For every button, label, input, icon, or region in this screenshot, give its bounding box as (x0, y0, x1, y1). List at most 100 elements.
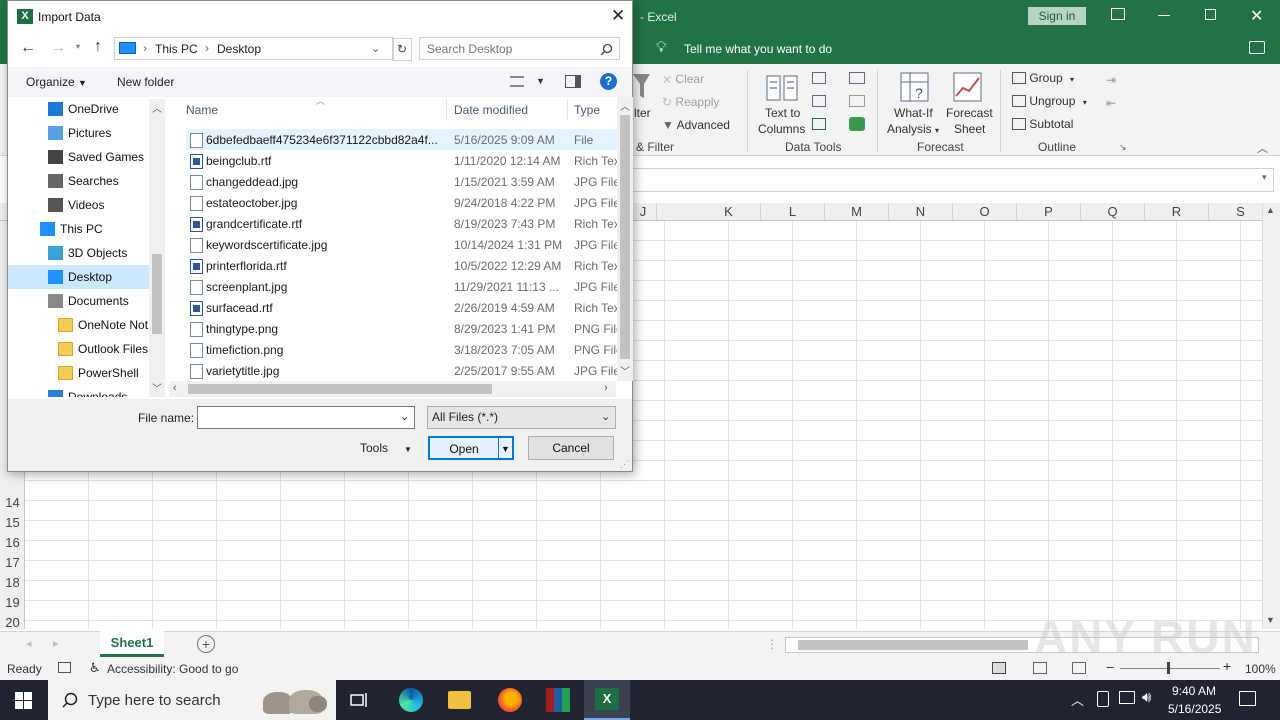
view-options-icon[interactable] (510, 76, 524, 87)
close-icon[interactable]: ✕ (611, 6, 625, 26)
show-hidden-icons-icon[interactable]: ︿ (1071, 690, 1084, 709)
macro-record-icon[interactable] (58, 662, 71, 673)
scroll-down-icon[interactable]: ▼ (1266, 615, 1275, 625)
ribbon-display-icon[interactable] (1111, 8, 1125, 20)
row-header[interactable]: 17 (0, 553, 25, 573)
clock-time[interactable]: 9:40 AM (1172, 684, 1216, 698)
column-header[interactable]: R (1145, 203, 1209, 221)
nav-item-this-pc[interactable]: This PC (8, 217, 150, 241)
column-header[interactable]: Q (1081, 203, 1145, 221)
next-sheet-icon[interactable]: ▸ (53, 637, 59, 650)
tell-me-input[interactable]: Tell me what you want to do (684, 42, 832, 56)
nav-item-downloads[interactable]: Downloads (8, 385, 150, 397)
dialog-launcher-icon[interactable]: ↘ (1119, 142, 1127, 153)
file-row[interactable]: screenplant.jpg 11/29/2021 11:13 ... JPG F… (186, 276, 618, 297)
nav-item-desktop[interactable]: Desktop (8, 265, 149, 289)
formula-input[interactable] (632, 168, 1274, 192)
file-row[interactable]: varietytitle.jpg 2/25/2017 9:55 AM JPG Fil… (186, 360, 618, 381)
zoom-level[interactable]: 100% (1245, 662, 1276, 676)
show-detail-icon[interactable]: ⇥ (1106, 73, 1116, 87)
file-row[interactable]: keywordscertificate.jpg 10/14/2024 1:31 P… (186, 234, 618, 255)
forecast-sheet-label-1[interactable]: Forecast (946, 106, 993, 120)
reapply-button[interactable]: ↻ Reapply (662, 95, 719, 109)
page-break-icon[interactable] (1072, 662, 1086, 674)
text-to-columns-label-2[interactable]: Columns (758, 122, 805, 136)
comments-icon[interactable] (1249, 41, 1265, 54)
scroll-right-icon[interactable]: › (604, 382, 608, 394)
what-if-label-2[interactable]: Analysis ▾ (887, 122, 939, 136)
network-icon[interactable] (1119, 691, 1135, 704)
preview-pane-icon[interactable] (565, 75, 581, 88)
nav-item-powershell[interactable]: PowerShell (8, 361, 150, 385)
volume-icon[interactable]: 🔊︎ (1142, 689, 1151, 706)
column-header[interactable]: J (630, 203, 657, 221)
file-row[interactable]: grandcertificate.rtf 8/19/2023 7:43 PM Ric… (186, 213, 618, 234)
file-name-input[interactable]: ⌄ (197, 406, 415, 429)
resize-grip-icon[interactable]: ⋰ (620, 459, 629, 470)
vertical-scrollbar[interactable]: ▲ ▼ (1262, 203, 1280, 629)
nav-item-documents[interactable]: Documents (8, 289, 150, 313)
manage-data-model-icon[interactable] (849, 117, 865, 131)
file-row[interactable]: printerflorida.rtf 10/5/2022 12:29 AM Rich… (186, 255, 618, 276)
row-header[interactable]: 19 (0, 593, 25, 613)
column-header[interactable]: M (825, 203, 889, 221)
scroll-left-icon[interactable]: ‹ (173, 382, 177, 394)
split-handle-icon[interactable]: ⋮ (766, 637, 778, 651)
nav-item-3d-objects[interactable]: 3D Objects (8, 241, 150, 265)
help-icon[interactable]: ? (600, 73, 617, 90)
text-to-columns-label-1[interactable]: Text to (765, 106, 800, 120)
column-header[interactable]: O (953, 203, 1017, 221)
remove-duplicates-icon[interactable] (812, 95, 826, 107)
clear-button[interactable]: ⨯ Clear (662, 72, 704, 86)
minimize-icon[interactable] (1158, 15, 1170, 16)
scrollbar-thumb[interactable] (152, 254, 162, 334)
row-header[interactable]: 18 (0, 573, 25, 593)
file-row[interactable]: estateoctober.jpg 9/24/2018 4:22 PM JPG Fi… (186, 192, 618, 213)
scrollbar-thumb[interactable] (620, 115, 630, 359)
filter-button[interactable]: lter (634, 106, 651, 120)
row-header[interactable]: 20 (0, 613, 25, 633)
new-folder-button[interactable]: New folder (117, 75, 174, 89)
scrollbar-thumb[interactable] (188, 384, 492, 394)
file-list-vertical-scrollbar[interactable]: ︿ ﹀ (617, 97, 633, 381)
nav-item-saved-games[interactable]: Saved Games (8, 145, 150, 169)
forecast-sheet-label-2[interactable]: Sheet (954, 122, 985, 136)
nav-item-pictures[interactable]: Pictures (8, 121, 150, 145)
edge-icon[interactable] (399, 688, 423, 712)
winrar-icon[interactable] (546, 688, 570, 712)
row-header[interactable]: 14 (0, 493, 25, 513)
flash-fill-icon[interactable] (812, 72, 826, 84)
zoom-in-icon[interactable]: + (1223, 658, 1231, 674)
sign-in-button[interactable]: Sign in (1028, 7, 1086, 25)
taskbar-search-box[interactable]: Type here to search (48, 680, 336, 720)
organize-button[interactable]: Organize ▼ (26, 75, 87, 89)
prev-sheet-icon[interactable]: ◂ (26, 637, 32, 650)
file-type-select[interactable]: All Files (*.*) ⌄ (427, 406, 616, 429)
accessibility-icon[interactable]: ♿︎ (89, 660, 101, 676)
file-row[interactable]: changeddead.jpg 1/15/2021 3:59 AM JPG File (186, 171, 618, 192)
file-row[interactable]: beingclub.rtf 1/11/2020 12:14 AM Rich Text (186, 150, 618, 171)
firefox-icon[interactable] (498, 688, 522, 712)
zoom-slider[interactable] (1120, 668, 1220, 669)
nav-item-videos[interactable]: Videos (8, 193, 150, 217)
chevron-down-icon[interactable]: ⌄ (400, 410, 409, 423)
device-icon[interactable] (1097, 691, 1109, 707)
hide-detail-icon[interactable]: ⇤ (1106, 96, 1116, 110)
scroll-down-icon[interactable]: ﹀ (152, 380, 162, 395)
forward-arrow-icon[interactable]: → (50, 39, 66, 57)
file-row[interactable]: thingtype.png 8/29/2023 1:41 PM PNG File (186, 318, 618, 339)
relationships-icon[interactable] (849, 95, 865, 107)
breadcrumb-this-pc[interactable]: This PC (155, 42, 198, 56)
ungroup-button[interactable]: Ungroup ▾ (1012, 94, 1087, 108)
task-view-icon[interactable] (350, 691, 370, 709)
column-header[interactable]: L (761, 203, 825, 221)
file-row[interactable]: surfacead.rtf 2/26/2019 4:59 AM Rich Text (186, 297, 618, 318)
file-list-horizontal-scrollbar[interactable]: ‹ › (170, 381, 616, 397)
tools-button[interactable]: Tools ▼ (360, 441, 412, 455)
sheet-tab[interactable]: Sheet1 (100, 631, 164, 657)
open-button[interactable]: Open ▼ (428, 436, 514, 460)
data-validation-icon[interactable] (812, 118, 826, 130)
group-button[interactable]: Group ▾ (1012, 71, 1074, 85)
page-layout-icon[interactable] (1033, 662, 1047, 674)
recent-locations-icon[interactable]: ▾ (76, 42, 80, 51)
